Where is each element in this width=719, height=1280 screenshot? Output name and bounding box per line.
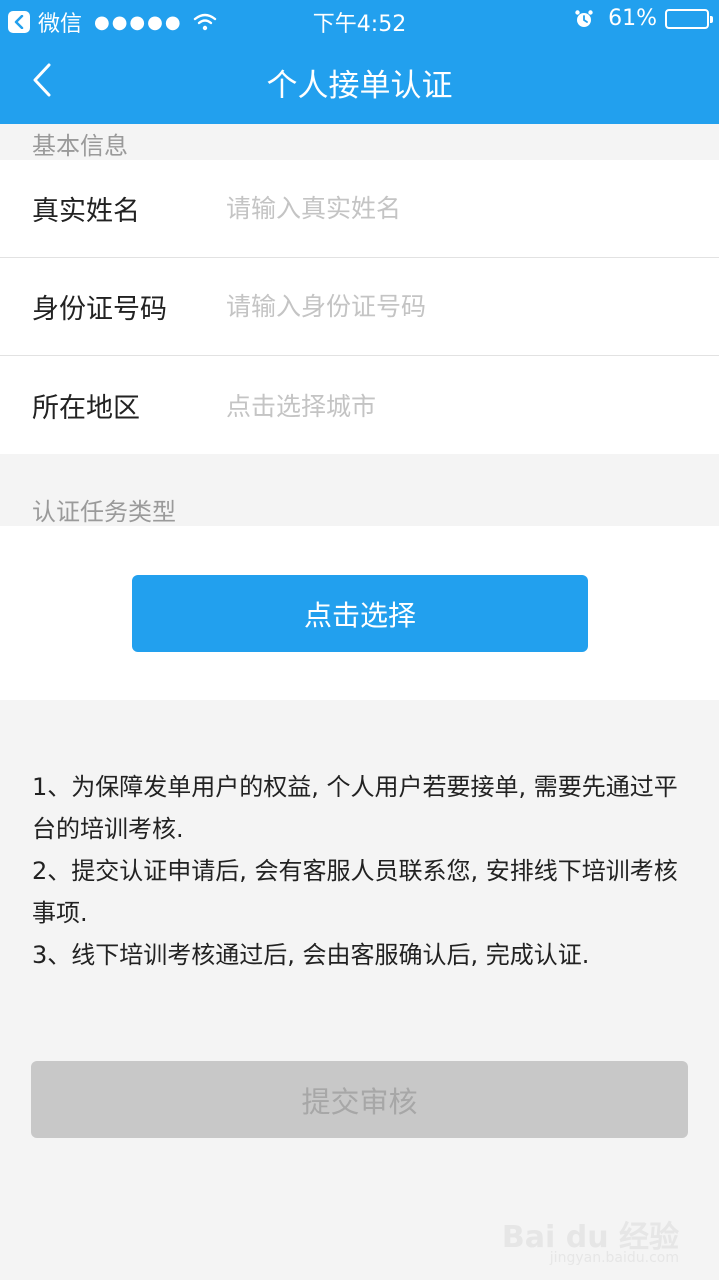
status-right: 61%	[574, 6, 713, 31]
notes: 1、为保障发单用户的权益, 个人用户若要接单, 需要先通过平台的培训考核. 2、…	[32, 766, 697, 976]
section-label-basic-info: 基本信息	[32, 132, 128, 160]
page-title: 个人接单认证	[266, 68, 453, 104]
form-row-region[interactable]: 所在地区 点击选择城市	[0, 356, 719, 454]
status-bar: 微信 ●●●●● 下午4:52 61%	[0, 0, 719, 40]
note-item: 2、提交认证申请后, 会有客服人员联系您, 安排线下培训考核事项.	[32, 857, 678, 927]
form-row-real-name: 真实姓名	[0, 160, 719, 258]
nav-bar: 个人接单认证	[0, 40, 719, 124]
select-task-type-button[interactable]: 点击选择	[132, 575, 588, 652]
region-label: 所在地区	[32, 392, 140, 424]
id-number-input[interactable]	[226, 292, 686, 321]
submit-review-button[interactable]: 提交审核	[31, 1061, 688, 1138]
real-name-label: 真实姓名	[32, 196, 140, 227]
form-row-id-number: 身份证号码	[0, 258, 719, 356]
task-type-card: 点击选择	[0, 526, 719, 700]
note-item: 1、为保障发单用户的权益, 个人用户若要接单, 需要先通过平台的培训考核.	[32, 773, 678, 843]
baidu-watermark-url: jingyan.baidu.com	[549, 1250, 679, 1266]
id-number-label: 身份证号码	[32, 294, 167, 325]
battery-icon	[665, 8, 713, 29]
battery-percent: 61%	[608, 6, 657, 31]
alarm-icon	[575, 9, 593, 27]
city-select[interactable]: 点击选择城市	[226, 387, 376, 423]
real-name-input[interactable]	[226, 194, 686, 223]
section-label-task-type: 认证任务类型	[32, 498, 176, 526]
note-item: 3、线下培训考核通过后, 会由客服确认后, 完成认证.	[32, 941, 590, 969]
basic-info-card: 真实姓名 身份证号码 所在地区 点击选择城市	[0, 160, 719, 454]
